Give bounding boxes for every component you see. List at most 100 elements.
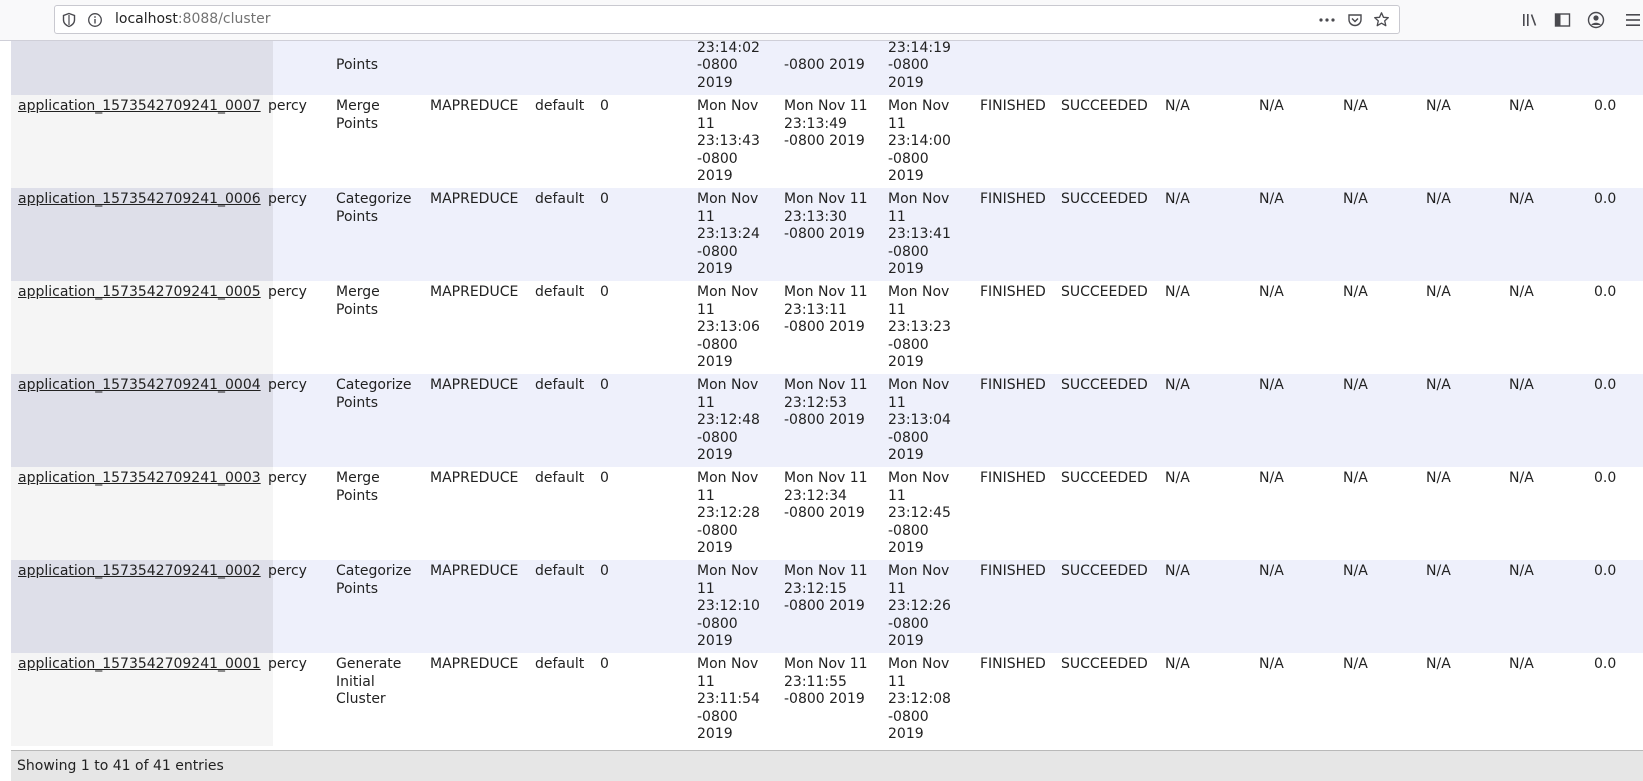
na-cell: N/A: [1509, 656, 1534, 672]
finish-time-cell: Mon Nov 11 23:13:41 -0800 2019: [888, 191, 951, 277]
priority-cell: 0: [600, 377, 609, 393]
application-id-link: application_1573542709241_0001: [18, 656, 261, 674]
application-id-link: application_1573542709241_0003: [18, 470, 261, 488]
na-cell: N/A: [1426, 377, 1451, 393]
table-row: application_1573542709241_0006 percy Categ…: [11, 188, 1643, 281]
na-cell: N/A: [1343, 377, 1368, 393]
progress-cell: 0.0: [1594, 470, 1617, 486]
app-type-cell: MAPREDUCE: [430, 377, 519, 393]
user-cell: percy: [268, 656, 307, 672]
more-icon[interactable]: [1318, 12, 1336, 28]
start-time-cell: Mon Nov 11 23:13:24 -0800 2019: [697, 191, 760, 277]
finish-time-cell: 11 23:14:19 -0800 2019: [888, 40, 951, 91]
queue-cell: default: [535, 656, 585, 672]
na-cell: N/A: [1509, 284, 1534, 300]
final-status-cell: SUCCEEDED: [1061, 470, 1148, 486]
start-time-cell: Mon Nov 11 23:13:06 -0800 2019: [697, 284, 760, 370]
url-path: :8088/cluster: [177, 11, 271, 27]
id-column-bg: [11, 40, 273, 95]
table-row: application_1573542709241_0001 percy Gener…: [11, 653, 1643, 746]
start-time-cell: 11 23:14:02 -0800 2019: [697, 40, 760, 91]
na-cell: N/A: [1259, 470, 1284, 486]
entries-info: Showing 1 to 41 of 41 entries: [17, 758, 224, 774]
account-icon[interactable]: [1587, 11, 1605, 29]
start-time-cell: Mon Nov 11 23:12:10 -0800 2019: [697, 563, 760, 649]
launch-time-cell: Mon Nov 11 23:13:11 -0800 2019: [784, 284, 868, 335]
application-id-link: application_1573542709241_0004: [18, 377, 261, 395]
user-cell: percy: [268, 377, 307, 393]
na-cell: N/A: [1426, 656, 1451, 672]
app-name-cell: Categorize Points: [336, 377, 412, 411]
na-cell: N/A: [1343, 284, 1368, 300]
app-name-cell: Merge Points: [336, 470, 380, 504]
application-id-link[interactable]: application_1573542709241_0004: [18, 377, 261, 393]
table-row: application_1573542709241_0007 percy Merge…: [11, 95, 1643, 188]
application-id-link: application_1573542709241_0007: [18, 98, 261, 116]
queue-cell: default: [535, 563, 585, 579]
launch-time-cell: Mon Nov 11 23:13:30 -0800 2019: [784, 191, 868, 242]
start-time-cell: Mon Nov 11 23:13:43 -0800 2019: [697, 98, 760, 184]
application-id-link[interactable]: application_1573542709241_0002: [18, 563, 261, 579]
launch-time-cell: Mon Nov 11 23:13:49 -0800 2019: [784, 98, 868, 149]
priority-cell: 0: [600, 656, 609, 672]
app-name-cell: Categorize Points: [336, 563, 412, 597]
state-cell: FINISHED: [980, 284, 1046, 300]
star-icon[interactable]: [1373, 11, 1390, 28]
priority-cell: 0: [600, 191, 609, 207]
pocket-icon[interactable]: [1347, 12, 1363, 28]
na-cell: N/A: [1165, 470, 1190, 486]
na-cell: N/A: [1165, 284, 1190, 300]
start-time-cell: Mon Nov 11 23:11:54 -0800 2019: [697, 656, 760, 742]
state-cell: FINISHED: [980, 470, 1046, 486]
table-row: application_1573542709241_0003 percy Merge…: [11, 467, 1643, 560]
url-bar[interactable]: localhost:8088/cluster: [54, 5, 1400, 34]
launch-time-cell: Mon Nov 11 23:12:53 -0800 2019: [784, 377, 868, 428]
app-name-cell: Categorize Points: [336, 191, 412, 225]
priority-cell: 0: [600, 563, 609, 579]
launch-time-cell: Mon Nov 11 23:11:55 -0800 2019: [784, 656, 868, 707]
menu-icon[interactable]: [1626, 12, 1640, 28]
application-id-link: application_1573542709241_0006: [18, 191, 261, 209]
start-time-cell: Mon Nov 11 23:12:28 -0800 2019: [697, 470, 760, 556]
state-cell: FINISHED: [980, 656, 1046, 672]
app-type-cell: MAPREDUCE: [430, 98, 519, 114]
queue-cell: default: [535, 98, 585, 114]
app-type-cell: MAPREDUCE: [430, 284, 519, 300]
na-cell: N/A: [1165, 98, 1190, 114]
table-row: application_1573542709241_0002 percy Categ…: [11, 560, 1643, 653]
info-icon[interactable]: [87, 12, 103, 28]
state-cell: FINISHED: [980, 563, 1046, 579]
na-cell: N/A: [1165, 191, 1190, 207]
url-host: localhost: [115, 11, 178, 27]
na-cell: N/A: [1259, 98, 1284, 114]
application-id-link[interactable]: application_1573542709241_0003: [18, 470, 261, 486]
na-cell: N/A: [1426, 98, 1451, 114]
application-id-link[interactable]: application_1573542709241_0006: [18, 191, 261, 207]
application-id-link: application_1573542709241_0002: [18, 563, 261, 581]
na-cell: N/A: [1426, 284, 1451, 300]
progress-cell: 0.0: [1594, 563, 1617, 579]
progress-cell: 0.0: [1594, 284, 1617, 300]
shield-icon[interactable]: [61, 12, 77, 28]
final-status-cell: SUCCEEDED: [1061, 191, 1148, 207]
finish-time-cell: Mon Nov 11 23:12:45 -0800 2019: [888, 470, 951, 556]
final-status-cell: SUCCEEDED: [1061, 656, 1148, 672]
applications-table: Points 11 23:14:02 -0800 2019 -0800 2019 11…: [11, 40, 1643, 750]
finish-time-cell: Mon Nov 11 23:13:04 -0800 2019: [888, 377, 951, 463]
finish-time-cell: Mon Nov 11 23:12:08 -0800 2019: [888, 656, 951, 742]
application-id-link[interactable]: application_1573542709241_0005: [18, 284, 261, 300]
user-cell: percy: [268, 284, 307, 300]
start-time-cell: Mon Nov 11 23:12:48 -0800 2019: [697, 377, 760, 463]
na-cell: N/A: [1509, 191, 1534, 207]
library-icon[interactable]: [1522, 12, 1540, 28]
url-text[interactable]: localhost:8088/cluster: [115, 11, 271, 27]
progress-cell: 0.0: [1594, 377, 1617, 393]
table-row: Points 11 23:14:02 -0800 2019 -0800 2019 11…: [11, 40, 1643, 95]
final-status-cell: SUCCEEDED: [1061, 98, 1148, 114]
launch-time-cell: -0800 2019: [784, 57, 865, 73]
sidebar-icon[interactable]: [1554, 12, 1571, 28]
finish-time-cell: Mon Nov 11 23:13:23 -0800 2019: [888, 284, 951, 370]
application-id-link[interactable]: application_1573542709241_0001: [18, 656, 261, 672]
application-id-link[interactable]: application_1573542709241_0007: [18, 98, 261, 114]
finish-time-cell: Mon Nov 11 23:12:26 -0800 2019: [888, 563, 951, 649]
